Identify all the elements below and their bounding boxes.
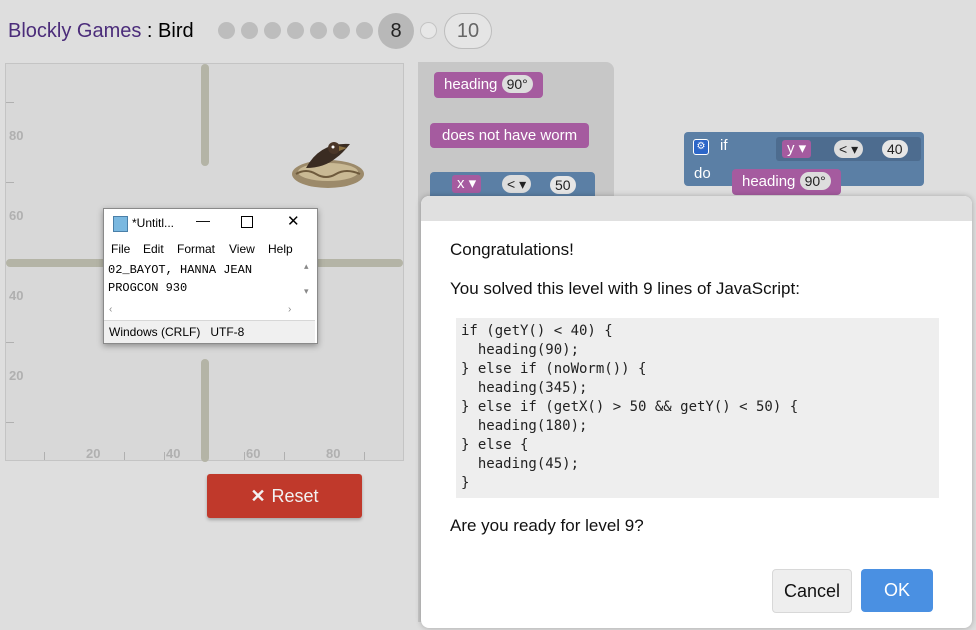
page-title: Blockly Games : Bird: [8, 20, 194, 43]
compare-y-block[interactable]: y ▾ < ▾ 40: [776, 137, 921, 161]
x-variable-label: x: [457, 175, 465, 192]
scroll-down-arrow[interactable]: ▾: [304, 286, 309, 297]
dialog-title-bar: [421, 196, 972, 221]
code-line: if (getY() < 40) {: [461, 323, 613, 339]
game-name: Bird: [158, 20, 194, 42]
x-tick: [244, 452, 245, 460]
reset-button[interactable]: ✕ Reset: [207, 474, 362, 518]
workspace-heading-value-field[interactable]: 90°: [799, 172, 831, 190]
code-line: heading(45);: [461, 456, 580, 472]
level-dot-2[interactable]: [241, 22, 258, 39]
x-tick: [164, 452, 165, 460]
maximize-button[interactable]: [241, 216, 253, 228]
code-line: heading(180);: [461, 418, 588, 434]
no-worm-block[interactable]: does not have worm: [430, 123, 590, 148]
close-icon: ✕: [250, 486, 266, 506]
notepad-window[interactable]: *Untitl... — ✕ File Edit Format View Hel…: [103, 208, 318, 344]
code-block: if (getY() < 40) { heading(90); } else if…: [456, 318, 939, 498]
reset-label: Reset: [271, 486, 319, 506]
close-button[interactable]: ✕: [287, 212, 300, 230]
dialog-heading: Congratulations!: [450, 240, 574, 259]
code-line: } else if (noWorm()) {: [461, 361, 647, 377]
dialog-question: Are you ready for level 9?: [450, 516, 644, 535]
notepad-text-area[interactable]: 02_BAYOT, HANNA JEAN PROGCON 930: [108, 261, 298, 297]
y-tick: [6, 342, 14, 343]
workspace-heading-label: heading: [742, 173, 796, 190]
notepad-title: *Untitl...: [132, 216, 175, 230]
y-label-80: 80: [9, 128, 24, 143]
app-name-link[interactable]: Blockly Games: [8, 20, 141, 42]
x-tick: [44, 452, 45, 460]
menu-view[interactable]: View: [229, 242, 255, 256]
menu-file[interactable]: File: [111, 242, 130, 256]
x-label-60: 60: [246, 446, 261, 461]
y-variable-block[interactable]: y ▾: [782, 140, 812, 158]
scroll-right-arrow[interactable]: ›: [288, 304, 291, 315]
ok-button[interactable]: OK: [861, 569, 933, 612]
dialog-subtitle: You solved this level with 9 lines of Ja…: [450, 279, 800, 298]
workspace-heading-block[interactable]: heading 90°: [732, 169, 841, 195]
no-worm-block-label: does not have worm: [442, 127, 578, 144]
y-label-20: 20: [9, 368, 24, 383]
y-value-field[interactable]: 40: [882, 140, 908, 158]
do-label: do: [694, 165, 711, 182]
menu-format[interactable]: Format: [177, 242, 215, 256]
y-tick: [6, 182, 14, 183]
level-dot-1[interactable]: [218, 22, 235, 39]
level-current[interactable]: 8: [378, 13, 414, 49]
cancel-button[interactable]: Cancel: [772, 569, 852, 613]
x-operator-dropdown[interactable]: < ▾: [502, 175, 532, 193]
y-variable-label: y: [787, 140, 795, 157]
wall-bottom: [201, 359, 209, 462]
gear-icon[interactable]: ⚙: [693, 139, 709, 155]
scroll-up-arrow[interactable]: ▴: [304, 261, 309, 272]
x-tick: [124, 452, 125, 460]
wall-top: [201, 64, 209, 166]
level-dot-5[interactable]: [310, 22, 327, 39]
menu-help[interactable]: Help: [268, 242, 293, 256]
bird-in-nest-image: [292, 142, 364, 188]
y-tick: [6, 102, 14, 103]
notepad-line-2: PROGCON 930: [108, 281, 188, 295]
y-operator-dropdown[interactable]: < ▾: [834, 140, 864, 158]
menu-edit[interactable]: Edit: [143, 242, 164, 256]
code-line: } else {: [461, 437, 529, 453]
code-line: heading(345);: [461, 380, 588, 396]
x-tick: [364, 452, 365, 460]
y-tick: [6, 422, 14, 423]
y-label-40: 40: [9, 288, 24, 303]
level-dot-3[interactable]: [264, 22, 281, 39]
x-label-80: 80: [326, 446, 341, 461]
y-label-60: 60: [9, 208, 24, 223]
level-dot-4[interactable]: [287, 22, 304, 39]
level-last[interactable]: 10: [444, 13, 492, 49]
scroll-left-arrow[interactable]: ‹: [109, 304, 112, 315]
x-operator-label: <: [507, 176, 516, 192]
compare-x-block[interactable]: x ▾ < ▾ 50: [430, 172, 595, 196]
heading-value-field[interactable]: 90°: [501, 75, 533, 93]
if-label: if: [720, 137, 728, 154]
status-text: Windows (CRLF) UTF-8: [109, 325, 245, 339]
y-operator-label: <: [839, 141, 848, 157]
code-line: } else if (getX() > 50 && getY() < 50) {: [461, 399, 799, 415]
notepad-icon: [113, 216, 128, 232]
notepad-line-1: 02_BAYOT, HANNA JEAN: [108, 263, 253, 277]
x-tick: [284, 452, 285, 460]
minimize-button[interactable]: —: [196, 212, 210, 228]
heading-block-label: heading: [444, 76, 498, 93]
level-dot-6[interactable]: [333, 22, 350, 39]
code-line: }: [461, 475, 470, 491]
x-value-field[interactable]: 50: [550, 176, 576, 194]
congratulations-dialog: Congratulations! You solved this level w…: [421, 196, 972, 628]
block-workspace[interactable]: ⚙ if do y ▾ < ▾ 40 heading 90°: [614, 62, 976, 212]
x-label-20: 20: [86, 446, 101, 461]
notepad-status-bar: Windows (CRLF) UTF-8: [104, 320, 315, 343]
heading-block[interactable]: heading 90°: [434, 72, 543, 98]
title-separator: :: [141, 20, 159, 42]
x-label-40: 40: [166, 446, 181, 461]
level-dot-9[interactable]: [420, 22, 437, 39]
x-variable-block[interactable]: x ▾: [452, 175, 482, 193]
code-line: heading(90);: [461, 342, 580, 358]
level-dot-7[interactable]: [356, 22, 373, 39]
